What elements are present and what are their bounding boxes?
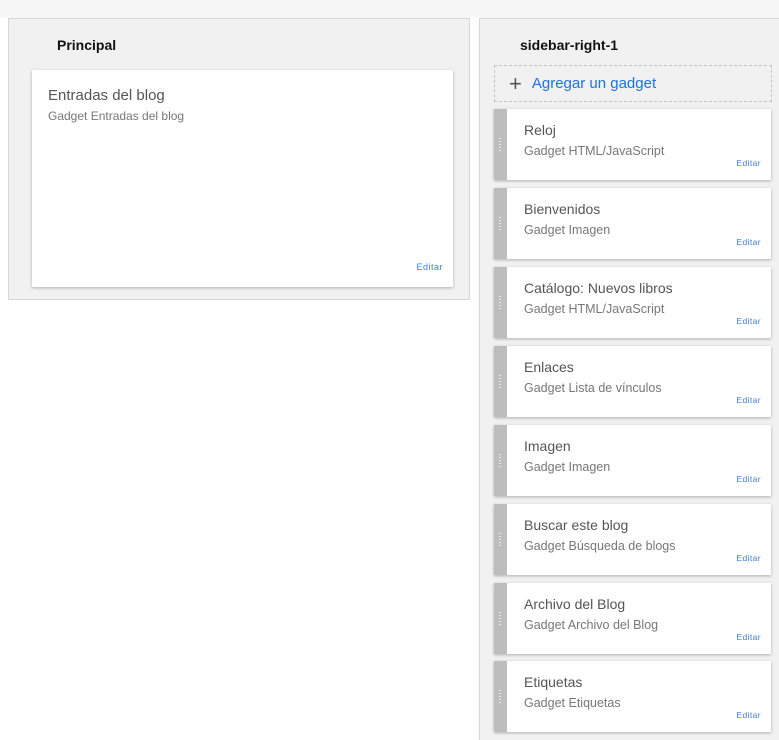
gadget-title: Enlaces — [524, 359, 574, 375]
gadget-etiquetas[interactable]: Etiquetas Gadget Etiquetas Editar — [494, 661, 771, 732]
drag-handle-icon[interactable] — [494, 346, 507, 417]
edit-link[interactable]: Editar — [736, 553, 761, 563]
drag-handle-icon[interactable] — [494, 267, 507, 338]
gadget-enlaces[interactable]: Enlaces Gadget Lista de vínculos Editar — [494, 346, 771, 417]
gadget-type: Gadget Entradas del blog — [48, 109, 185, 123]
gadget-type: Gadget Búsqueda de blogs — [524, 539, 676, 553]
edit-link[interactable]: Editar — [416, 262, 443, 272]
add-gadget-button[interactable]: + Agregar un gadget — [494, 65, 772, 102]
section-title-principal: Principal — [57, 37, 117, 53]
gadget-title: Entradas del blog — [48, 87, 165, 104]
edit-link[interactable]: Editar — [736, 395, 761, 405]
edit-link[interactable]: Editar — [736, 632, 761, 642]
gadget-title: Buscar este blog — [524, 517, 629, 533]
gadget-archivo-del-blog[interactable]: Archivo del Blog Gadget Archivo del Blog… — [494, 583, 771, 654]
edit-link[interactable]: Editar — [736, 237, 761, 247]
gadget-type: Gadget Etiquetas — [524, 696, 621, 710]
drag-handle-icon[interactable] — [494, 583, 507, 654]
drag-handle-icon[interactable] — [494, 188, 507, 259]
add-gadget-label: Agregar un gadget — [531, 75, 657, 92]
gadget-type: Gadget Archivo del Blog — [524, 618, 659, 632]
edit-link[interactable]: Editar — [736, 316, 761, 326]
top-strip — [0, 0, 779, 18]
gadget-type: Gadget HTML/JavaScript — [524, 144, 665, 158]
gadget-title: Archivo del Blog — [524, 596, 626, 612]
gadget-type: Gadget Imagen — [524, 223, 611, 237]
gadget-title: Reloj — [524, 122, 556, 138]
gadget-title: Bienvenidos — [524, 201, 601, 217]
gadget-reloj[interactable]: Reloj Gadget HTML/JavaScript Editar — [494, 109, 771, 180]
gadget-entradas-del-blog[interactable]: Entradas del blog Gadget Entradas del bl… — [32, 70, 453, 287]
drag-handle-icon[interactable] — [494, 425, 507, 496]
drag-handle-icon[interactable] — [494, 109, 507, 180]
gadget-imagen[interactable]: Imagen Gadget Imagen Editar — [494, 425, 771, 496]
section-principal: Principal Entradas del blog Gadget Entra… — [8, 18, 470, 300]
section-sidebar-right-1: sidebar-right-1 + Agregar un gadget Relo… — [479, 18, 779, 740]
gadget-type: Gadget HTML/JavaScript — [524, 302, 665, 316]
gadget-title: Imagen — [524, 438, 571, 454]
gadget-bienvenidos[interactable]: Bienvenidos Gadget Imagen Editar — [494, 188, 771, 259]
edit-link[interactable]: Editar — [736, 474, 761, 484]
plus-icon: + — [509, 70, 522, 96]
drag-handle-icon[interactable] — [494, 661, 507, 732]
gadget-type: Gadget Lista de vínculos — [524, 381, 662, 395]
section-title-sidebar: sidebar-right-1 — [520, 37, 619, 53]
edit-link[interactable]: Editar — [736, 710, 761, 720]
gadget-title: Catálogo: Nuevos libros — [524, 280, 673, 296]
gadget-type: Gadget Imagen — [524, 460, 611, 474]
gadget-title: Etiquetas — [524, 674, 583, 690]
drag-handle-icon[interactable] — [494, 504, 507, 575]
gadget-catalogo-nuevos-libros[interactable]: Catálogo: Nuevos libros Gadget HTML/Java… — [494, 267, 771, 338]
gadget-buscar-este-blog[interactable]: Buscar este blog Gadget Búsqueda de blog… — [494, 504, 771, 575]
edit-link[interactable]: Editar — [736, 158, 761, 168]
